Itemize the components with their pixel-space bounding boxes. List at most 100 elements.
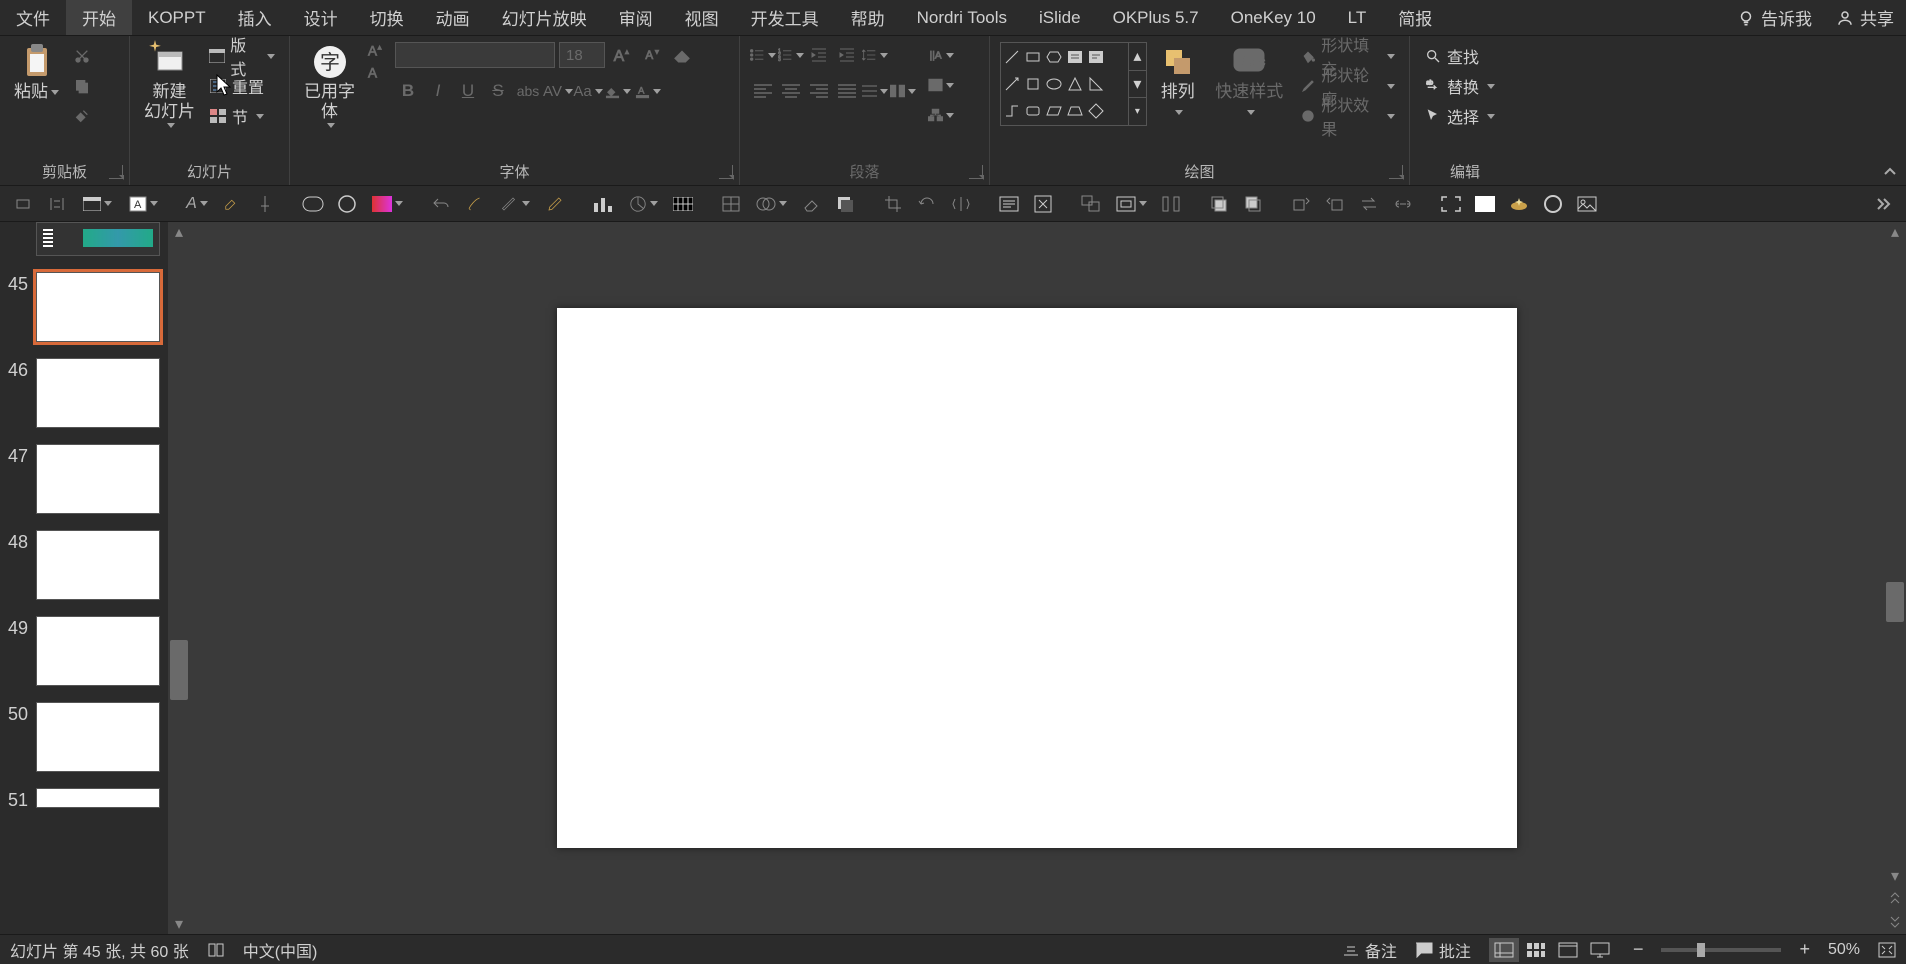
- used-font-button[interactable]: 字 已用字 体: [300, 42, 359, 130]
- tab-help[interactable]: 帮助: [835, 0, 901, 35]
- thumb-scroll-down[interactable]: ▾: [168, 914, 190, 934]
- qat-pen-dd[interactable]: [494, 190, 536, 218]
- qat-layout-dd[interactable]: [76, 190, 118, 218]
- slide-thumb-51[interactable]: 51: [0, 784, 168, 823]
- qat-flip[interactable]: [946, 190, 976, 218]
- qat-circle[interactable]: [332, 190, 362, 218]
- qat-edit[interactable]: [540, 190, 570, 218]
- underline-button[interactable]: U: [455, 78, 481, 104]
- tab-animations[interactable]: 动画: [420, 0, 486, 35]
- format-painter-button[interactable]: [69, 102, 95, 130]
- zoom-in-button[interactable]: +: [1799, 939, 1810, 960]
- qat-align-dd[interactable]: [1110, 190, 1152, 218]
- gallery-more-button[interactable]: ▾: [1129, 98, 1146, 125]
- qat-roundrect[interactable]: [298, 190, 328, 218]
- strike-button[interactable]: S: [485, 78, 511, 104]
- notes-button[interactable]: 备注: [1343, 938, 1397, 962]
- select-button[interactable]: 选择: [1420, 102, 1499, 130]
- qat-fullscreen[interactable]: [1436, 190, 1466, 218]
- gallery-down-button[interactable]: ▾: [1129, 71, 1146, 99]
- tell-me-button[interactable]: 告诉我: [1725, 0, 1824, 35]
- indent-dec-button[interactable]: [806, 42, 832, 68]
- line-spacing-button[interactable]: [862, 42, 888, 68]
- tab-developer[interactable]: 开发工具: [735, 0, 835, 35]
- qat-rotate[interactable]: [912, 190, 942, 218]
- bullets-button[interactable]: [750, 42, 776, 68]
- slideshow-view-button[interactable]: [1585, 938, 1615, 962]
- share-button[interactable]: 共享: [1824, 0, 1906, 35]
- shadow-button[interactable]: abs: [515, 78, 541, 104]
- shapes-gallery[interactable]: ▴ ▾ ▾: [1000, 42, 1147, 126]
- language-indicator[interactable]: 中文(中国): [243, 938, 318, 962]
- qat-tool-2[interactable]: [42, 190, 72, 218]
- current-slide[interactable]: [557, 308, 1517, 848]
- thumb-scrollbar[interactable]: ▴ ▾: [168, 222, 190, 934]
- copy-button[interactable]: [69, 72, 95, 100]
- indent-inc-button[interactable]: [834, 42, 860, 68]
- tab-nordri[interactable]: Nordri Tools: [901, 0, 1023, 35]
- align-text-button[interactable]: [928, 72, 954, 98]
- zoom-slider-handle[interactable]: [1697, 943, 1705, 957]
- char-spacing-button[interactable]: AV: [545, 78, 571, 104]
- grow-font-button[interactable]: A▲: [609, 42, 635, 68]
- tab-okplus[interactable]: OKPlus 5.7: [1097, 0, 1215, 35]
- qat-fillcolor[interactable]: [366, 190, 408, 218]
- shrink-font-button[interactable]: A▼: [639, 42, 665, 68]
- canvas-scroll-handle[interactable]: [1886, 582, 1904, 622]
- prev-slide-button[interactable]: [1884, 886, 1906, 910]
- slide-canvas[interactable]: [190, 222, 1884, 934]
- numbering-button[interactable]: 123: [778, 42, 804, 68]
- thumb-scroll-handle[interactable]: [170, 640, 188, 700]
- tab-file[interactable]: 文件: [0, 0, 66, 35]
- font-dialog-launcher[interactable]: [719, 165, 733, 179]
- new-slide-button[interactable]: 新建 幻灯片: [140, 42, 199, 130]
- smartart-button[interactable]: [928, 102, 954, 128]
- canvas-scroll-down[interactable]: ▾: [1884, 866, 1906, 886]
- slide-thumb-50[interactable]: 50: [0, 698, 168, 784]
- qat-more[interactable]: [1868, 190, 1898, 218]
- tab-transitions[interactable]: 切换: [354, 0, 420, 35]
- distribute-button[interactable]: [862, 78, 888, 104]
- italic-button[interactable]: I: [425, 78, 451, 104]
- slide-thumb-prev[interactable]: [0, 222, 168, 268]
- qat-pin[interactable]: [250, 190, 280, 218]
- tab-insert[interactable]: 插入: [222, 0, 288, 35]
- zoom-slider[interactable]: [1661, 948, 1781, 952]
- qat-text-dd[interactable]: A: [122, 190, 164, 218]
- qat-forward[interactable]: [1286, 190, 1316, 218]
- text-direction-button[interactable]: ||A: [928, 42, 954, 68]
- increase-font-icon[interactable]: A▲: [365, 42, 383, 60]
- sorter-view-button[interactable]: [1521, 938, 1551, 962]
- qat-highlighter[interactable]: [216, 190, 246, 218]
- drawing-dialog-launcher[interactable]: [1389, 165, 1403, 179]
- tab-home[interactable]: 开始: [66, 0, 132, 35]
- align-left-button[interactable]: [750, 78, 776, 104]
- change-case-button[interactable]: Aa: [575, 78, 601, 104]
- align-center-button[interactable]: [778, 78, 804, 104]
- bold-button[interactable]: B: [395, 78, 421, 104]
- justify-button[interactable]: [834, 78, 860, 104]
- qat-distribute[interactable]: [1156, 190, 1186, 218]
- arrange-button[interactable]: 排列: [1153, 42, 1203, 123]
- normal-view-button[interactable]: [1489, 938, 1519, 962]
- paragraph-dialog-launcher[interactable]: [969, 165, 983, 179]
- qat-magic[interactable]: [1504, 190, 1534, 218]
- qat-eraser[interactable]: [796, 190, 826, 218]
- tab-design[interactable]: 设计: [288, 0, 354, 35]
- qat-textpane[interactable]: [994, 190, 1024, 218]
- qat-crop[interactable]: [878, 190, 908, 218]
- qat-ring[interactable]: [1538, 190, 1568, 218]
- slide-thumb-46[interactable]: 46: [0, 354, 168, 440]
- canvas-scrollbar[interactable]: ▴ ▾: [1884, 222, 1906, 934]
- canvas-scroll-up[interactable]: ▴: [1884, 222, 1906, 242]
- shape-effects-button[interactable]: 形状效果: [1296, 102, 1399, 130]
- columns-button[interactable]: [890, 78, 916, 104]
- slide-thumb-49[interactable]: 49: [0, 612, 168, 698]
- zoom-level[interactable]: 50%: [1828, 941, 1860, 959]
- qat-backward[interactable]: [1320, 190, 1350, 218]
- comments-button[interactable]: 批注: [1415, 938, 1471, 962]
- font-name-combo[interactable]: [395, 42, 555, 68]
- spellcheck-button[interactable]: [207, 942, 225, 958]
- qat-tool-1[interactable]: [8, 190, 38, 218]
- highlight-button[interactable]: [605, 78, 631, 104]
